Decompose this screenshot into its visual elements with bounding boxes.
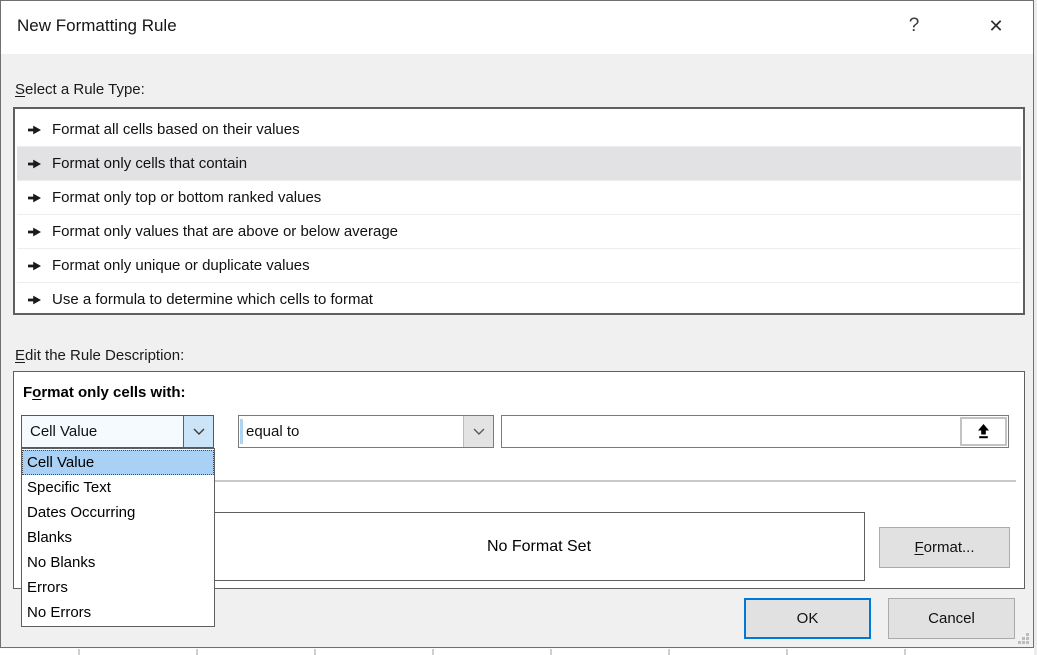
rule-type-listbox: Format all cells based on their values F… <box>13 107 1025 315</box>
close-button[interactable]: ✕ <box>973 1 1019 51</box>
rule-arrow-icon <box>28 125 42 135</box>
dropdown-item-label: Specific Text <box>27 479 111 496</box>
rule-arrow-icon <box>28 261 42 271</box>
dropdown-item-label: Blanks <box>27 529 72 546</box>
text-caret <box>240 419 243 444</box>
rule-type-item[interactable]: Format only cells that contain <box>17 147 1021 181</box>
edit-rule-description-label: Edit the Rule Description: <box>15 347 184 364</box>
dropdown-item[interactable]: Specific Text <box>22 475 214 500</box>
dropdown-item[interactable]: Blanks <box>22 525 214 550</box>
dropdown-item[interactable]: No Blanks <box>22 550 214 575</box>
rule-arrow-icon <box>28 227 42 237</box>
rule-type-item[interactable]: Format only unique or duplicate values <box>17 249 1021 283</box>
resize-grip[interactable] <box>1016 631 1029 644</box>
value-input[interactable] <box>501 415 1009 448</box>
rule-type-item[interactable]: Format only top or bottom ranked values <box>17 181 1021 215</box>
operator-dropdown-button[interactable] <box>463 416 493 447</box>
dropdown-item-label: Errors <box>27 579 68 596</box>
dropdown-item[interactable]: Errors <box>22 575 214 600</box>
rule-type-item[interactable]: Format only values that are above or bel… <box>17 215 1021 249</box>
rule-type-item-label: Format only values that are above or bel… <box>52 223 398 240</box>
select-rule-type-label: Select a Rule Type: <box>15 81 145 98</box>
chevron-down-icon <box>473 428 485 435</box>
close-icon: ✕ <box>988 16 1003 37</box>
collapse-dialog-button[interactable] <box>960 417 1007 446</box>
dialog-title: New Formatting Rule <box>17 16 177 36</box>
collapse-range-icon <box>975 423 992 440</box>
operator-combobox[interactable]: equal to <box>238 415 494 448</box>
condition-type-dropdown-button[interactable] <box>183 416 213 447</box>
rule-type-item-label: Format only unique or duplicate values <box>52 257 310 274</box>
screen: New Formatting Rule ? ✕ Select a Rule Ty… <box>0 0 1037 655</box>
help-button[interactable]: ? <box>891 1 937 51</box>
dropdown-item[interactable]: No Errors <box>22 600 214 625</box>
spreadsheet-gridline-strip <box>0 649 1034 655</box>
title-bar[interactable]: New Formatting Rule ? ✕ <box>1 1 1033 54</box>
format-preview-box: No Format Set <box>213 512 865 581</box>
preview-text: No Format Set <box>487 538 591 556</box>
help-icon: ? <box>909 15 920 37</box>
condition-type-value: Cell Value <box>22 423 183 440</box>
operator-value: equal to <box>239 423 463 440</box>
dropdown-item-label: Cell Value <box>27 454 94 471</box>
dropdown-item-label: No Errors <box>27 604 91 621</box>
dropdown-item-label: Dates Occurring <box>27 504 135 521</box>
rule-type-item-label: Format only top or bottom ranked values <box>52 189 321 206</box>
rule-type-item[interactable]: Use a formula to determine which cells t… <box>17 283 1021 315</box>
format-button[interactable]: Format... <box>879 527 1010 568</box>
rule-type-item-label: Format all cells based on their values <box>52 121 300 138</box>
dropdown-item[interactable]: Dates Occurring <box>22 500 214 525</box>
rule-arrow-icon <box>28 193 42 203</box>
new-formatting-rule-dialog: New Formatting Rule ? ✕ Select a Rule Ty… <box>0 0 1034 648</box>
condition-type-dropdown-list: Cell Value Specific Text Dates Occurring… <box>21 448 215 627</box>
ok-button[interactable]: OK <box>744 598 871 639</box>
rule-arrow-icon <box>28 159 42 169</box>
format-only-cells-with-label: Format only cells with: <box>23 384 186 401</box>
condition-type-combobox[interactable]: Cell Value <box>21 415 214 448</box>
rule-type-item-label: Format only cells that contain <box>52 155 247 172</box>
rule-type-item[interactable]: Format all cells based on their values <box>17 113 1021 147</box>
chevron-down-icon <box>193 428 205 435</box>
rule-arrow-icon <box>28 295 42 305</box>
cancel-button[interactable]: Cancel <box>888 598 1015 639</box>
rule-type-item-label: Use a formula to determine which cells t… <box>52 291 373 308</box>
dropdown-item-label: No Blanks <box>27 554 95 571</box>
dropdown-item[interactable]: Cell Value <box>22 450 214 475</box>
